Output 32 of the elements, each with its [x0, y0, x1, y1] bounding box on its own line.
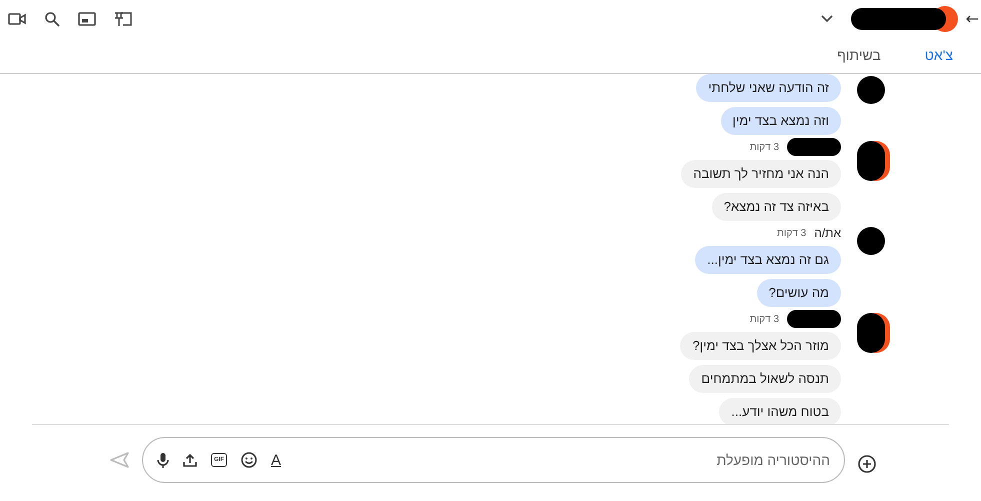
message-time: 3 דקות: [750, 314, 779, 324]
emoji-icon[interactable]: [241, 452, 257, 468]
search-icon[interactable]: [44, 10, 60, 26]
tab[interactable]: צ'אט: [924, 47, 953, 63]
pin-icon[interactable]: [114, 10, 132, 26]
chevron-down-icon[interactable]: [820, 14, 833, 22]
sender-name: את/ה: [814, 226, 841, 240]
avatar: [857, 227, 885, 255]
message-bubble: באיזה צד זה נמצא?: [712, 193, 841, 221]
message-bubble: גם זה נמצא בצד ימין...: [695, 246, 841, 274]
message-time: 3 דקות: [776, 228, 806, 238]
back-button[interactable]: ←: [962, 9, 981, 28]
message-bubble: וזה נמצא בצד ימין: [720, 107, 841, 135]
avatar: [857, 76, 885, 104]
avatar: [857, 141, 885, 181]
picture-in-picture-icon[interactable]: [78, 12, 96, 26]
message-time: 3 דקות: [750, 142, 779, 152]
message-bubble: מה עושים?: [756, 279, 841, 307]
upload-icon[interactable]: [183, 453, 197, 467]
add-icon[interactable]: [857, 454, 877, 474]
message-bubble: תנסה לשאול במתמחים: [689, 365, 841, 393]
tab[interactable]: בשיתוף: [837, 47, 881, 63]
message-bubble: הנה אני מחזיר לך תשובה: [681, 160, 841, 188]
microphone-icon[interactable]: [157, 452, 169, 468]
video-camera-icon[interactable]: [8, 12, 26, 26]
avatar: [857, 313, 885, 353]
message-bubble: בטוח משהו יודע...: [719, 398, 841, 424]
redaction-mark: [787, 310, 841, 328]
redaction-mark: [787, 138, 841, 156]
format-text-button[interactable]: A: [271, 452, 282, 468]
message-bubble: מוזר הכל אצלך בצד ימין?: [680, 332, 841, 360]
message-bubble: זה הודעה שאני שלחתי: [696, 74, 841, 102]
